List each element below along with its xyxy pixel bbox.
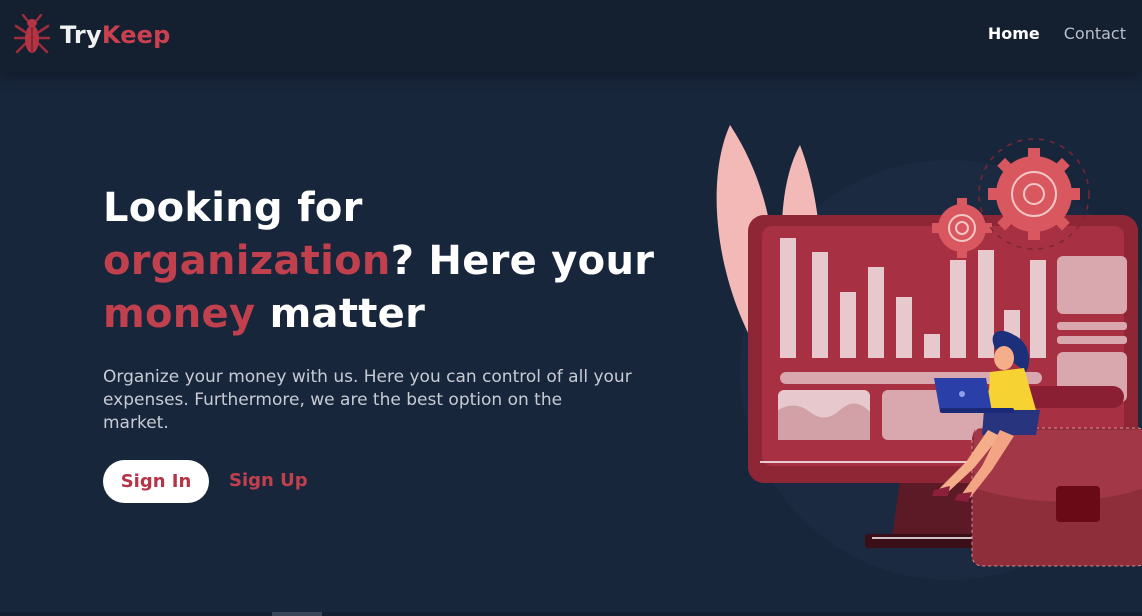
nav-link-contact[interactable]: Contact [1064,24,1126,43]
landing-page: TryKeep Home Contact Looking for organiza… [0,0,1142,616]
hero-description: Organize your money with us. Here you ca… [103,367,632,433]
brand[interactable]: TryKeep [14,14,171,56]
nav-links: Home Contact [988,24,1126,43]
hero-title: Looking for organization? Here your money … [103,182,663,341]
hero-title-line3: matter [255,291,426,337]
sign-up-link[interactable]: Sign Up [229,470,308,491]
hero-illustration [716,125,1142,580]
bottom-scroll-thumb[interactable] [272,612,322,616]
nav-link-home[interactable]: Home [988,24,1040,43]
ant-logo-icon [14,14,50,54]
hero-title-highlight-money: money [103,291,256,337]
hero-title-highlight-organization: organization [103,238,391,284]
sign-in-button[interactable]: Sign In [103,460,209,503]
hero-title-line2: ? Here your [390,238,655,284]
top-navbar: TryKeep Home Contact [0,0,1142,72]
brand-name-part1: Try [60,21,102,49]
brand-name-part2: Keep [101,21,171,49]
bottom-scroll-track [0,612,1142,616]
brand-name: TryKeep [60,21,171,49]
hero-title-line1: Looking for [103,185,363,231]
